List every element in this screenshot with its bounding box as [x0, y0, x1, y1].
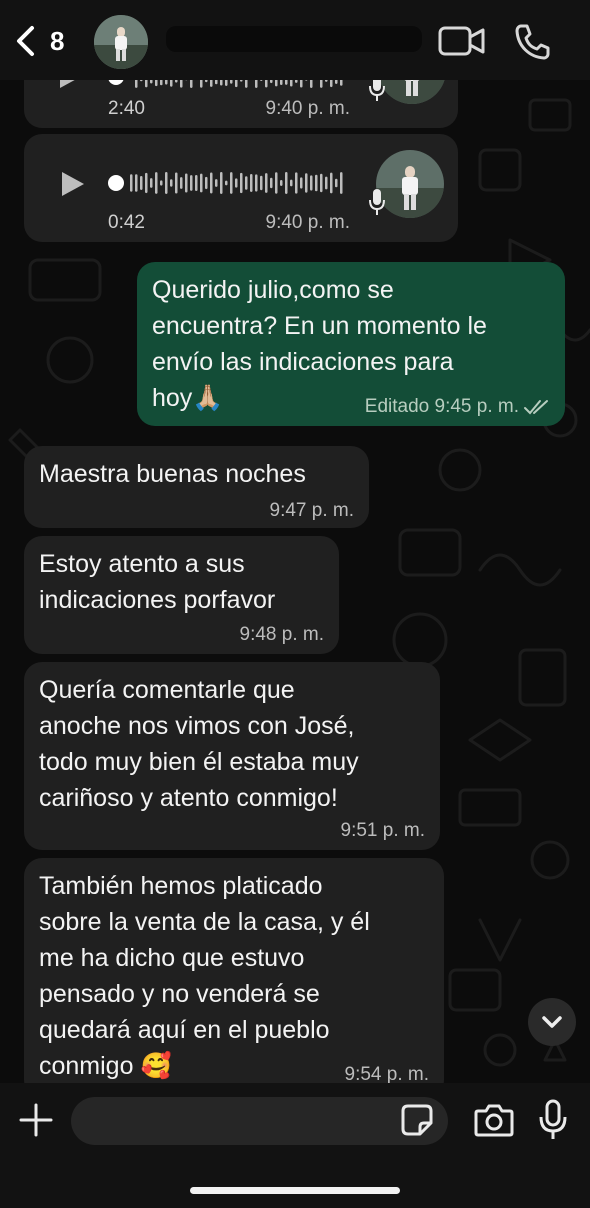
contact-avatar[interactable] — [94, 15, 148, 69]
voice-duration: 2:40 — [108, 98, 145, 119]
home-indicator[interactable] — [190, 1187, 400, 1194]
voice-avatar — [376, 150, 444, 218]
outgoing-message[interactable]: Querido julio,como se encuentra? En un m… — [137, 262, 565, 426]
plus-icon[interactable] — [18, 1102, 54, 1138]
message-text: También hemos platicado sobre la venta d… — [39, 872, 370, 1080]
back-chevron-icon[interactable] — [10, 24, 44, 58]
voice-duration: 0:42 — [108, 212, 145, 233]
chevron-down-icon — [542, 1016, 562, 1028]
composer-bar — [0, 1083, 590, 1208]
sticker-icon[interactable] — [400, 1103, 434, 1137]
message-time: 9:47 p. m. — [269, 500, 355, 521]
incoming-message[interactable]: Estoy atento a sus indicaciones porfavor… — [24, 536, 339, 654]
message-text: Maestra buenas noches — [39, 460, 306, 488]
voice-note[interactable]: 0:42 9:40 p. m. — [24, 134, 458, 242]
message-time: 9:51 p. m. — [340, 820, 426, 841]
redacted-name — [166, 26, 422, 52]
message-text: Estoy atento a sus indicaciones porfavor — [39, 550, 276, 614]
incoming-message[interactable]: Quería comentarle que anoche nos vimos c… — [24, 662, 440, 850]
message-time: 9:40 p. m. — [265, 98, 351, 119]
message-time: Editado 9:45 p. m. — [364, 396, 519, 417]
message-time: 9:48 p. m. — [239, 624, 325, 645]
chat-header: 8 — [0, 0, 590, 80]
incoming-message[interactable]: Maestra buenas noches 9:47 p. m. — [24, 446, 369, 528]
camera-icon[interactable] — [474, 1101, 514, 1139]
phone-icon[interactable] — [512, 22, 552, 62]
double-check-icon — [524, 400, 548, 415]
message-text: Querido julio,como se encuentra? En un m… — [152, 276, 487, 412]
waveform — [108, 172, 343, 194]
incoming-message[interactable]: También hemos platicado sobre la venta d… — [24, 858, 444, 1098]
message-input[interactable] — [71, 1097, 448, 1145]
mic-icon[interactable] — [538, 1099, 568, 1141]
unread-count[interactable]: 8 — [50, 26, 64, 57]
mic-icon — [369, 189, 385, 215]
play-icon[interactable] — [60, 170, 86, 198]
video-call-icon[interactable] — [438, 24, 486, 58]
message-text: Quería comentarle que anoche nos vimos c… — [39, 676, 359, 812]
scroll-to-bottom-button[interactable] — [528, 998, 576, 1046]
message-time: 9:40 p. m. — [265, 212, 351, 233]
